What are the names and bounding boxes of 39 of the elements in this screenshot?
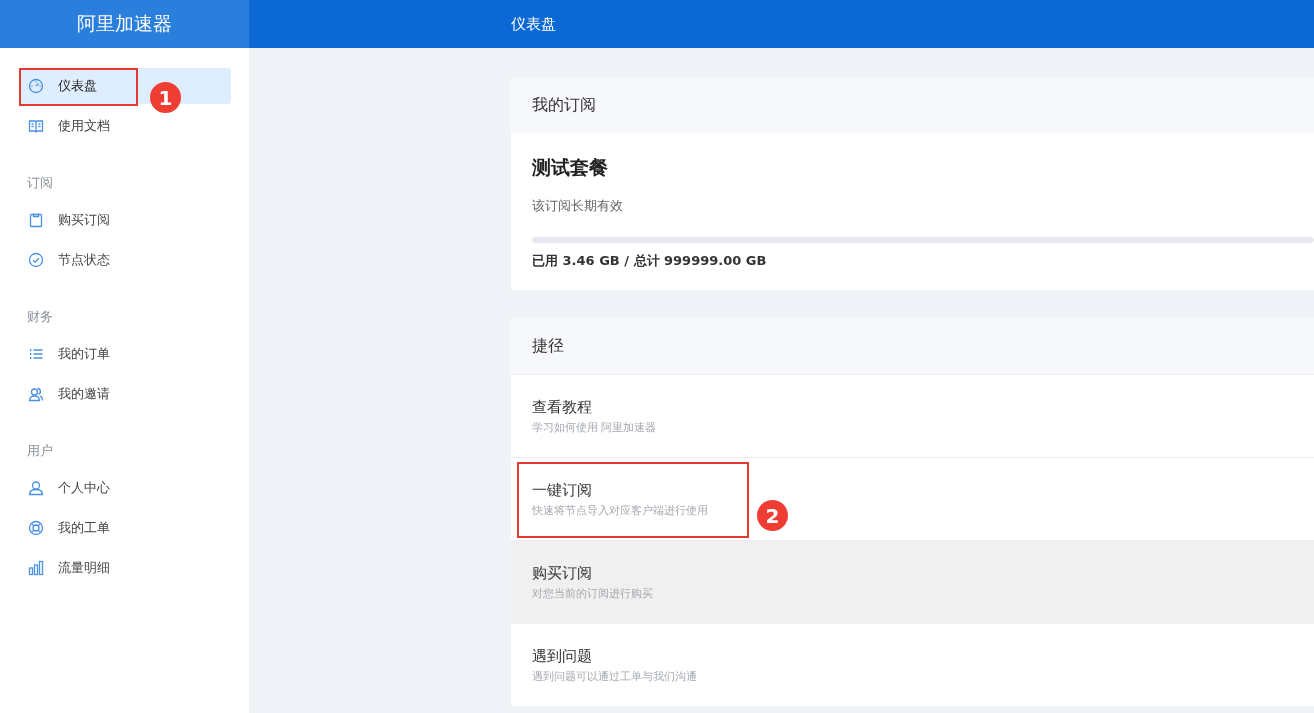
shortcut-title: 一键订阅 (532, 480, 592, 500)
gauge-icon (28, 78, 44, 94)
card-heading: 我的订阅 (511, 77, 1314, 133)
lifebuoy-icon (28, 520, 44, 536)
shortcut-item[interactable]: 购买订阅 对您当前的订阅进行购买 (511, 540, 1314, 623)
section-label: 订阅 (26, 174, 54, 192)
bar-chart-icon (28, 560, 44, 576)
shortcut-description: 学习如何使用 阿里加速器 (532, 419, 657, 435)
sidebar-item[interactable]: 购买订阅 (19, 202, 231, 238)
sidebar-item[interactable]: 个人中心 (19, 470, 231, 506)
plan-name: 测试套餐 (532, 155, 609, 180)
shortcut-description: 对您当前的订阅进行购买 (532, 585, 653, 601)
section-label: 用户 (26, 442, 54, 460)
user-icon (28, 480, 44, 496)
callout-badge: 2 (757, 500, 788, 531)
card-heading: 捷径 (511, 318, 1314, 374)
sidebar-item[interactable]: 我的订单 (19, 336, 231, 372)
usage-text: 已用 3.46 GB / 总计 999999.00 GB (532, 252, 768, 270)
sidebar-item[interactable]: 节点状态 (19, 242, 231, 278)
shortcut-description: 遇到问题可以通过工单与我们沟通 (532, 668, 697, 684)
book-icon (28, 118, 44, 134)
check-circle-icon (28, 252, 44, 268)
shortcut-title: 购买订阅 (532, 563, 592, 583)
shortcut-description: 快速将节点导入对应客户端进行使用 (532, 502, 708, 518)
shortcut-title: 查看教程 (532, 397, 592, 417)
brand-title: 阿里加速器 (0, 0, 249, 48)
section-label: 财务 (26, 308, 54, 326)
sidebar-item[interactable]: 流量明细 (19, 550, 231, 586)
sidebar-item[interactable]: 我的工单 (19, 510, 231, 546)
callout-badge: 1 (150, 82, 181, 113)
sidebar-item[interactable]: 我的邀请 (19, 376, 231, 412)
validity-text: 该订阅长期有效 (532, 197, 624, 215)
shortcut-title: 遇到问题 (532, 646, 592, 666)
clipboard-icon (28, 212, 44, 228)
shortcut-item[interactable]: 查看教程 学习如何使用 阿里加速器 (511, 374, 1314, 457)
shortcut-item[interactable]: 遇到问题 遇到问题可以通过工单与我们沟通 (511, 623, 1314, 706)
users-icon (28, 386, 44, 402)
page-title: 仪表盘 (511, 14, 556, 34)
list-icon (28, 346, 44, 362)
